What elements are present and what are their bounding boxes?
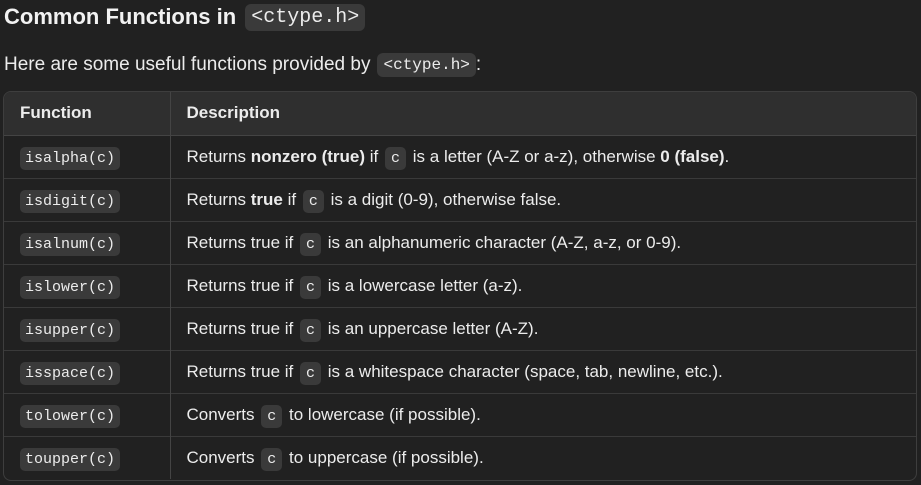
table-row: isalpha(c) Returns nonzero (true) if c i… <box>4 135 916 178</box>
function-code: isalnum(c) <box>20 232 121 256</box>
description-cell: Returns true if c is a whitespace charac… <box>169 349 916 393</box>
desc-text: Returns true if <box>186 361 294 381</box>
desc-bold: nonzero (true) <box>250 146 366 166</box>
function-cell: isalpha(c) <box>4 135 170 178</box>
function-code: tolower(c) <box>20 404 121 428</box>
desc-text: Returns true if <box>186 232 294 252</box>
function-cell: isupper(c) <box>4 306 170 350</box>
desc-text: Returns true if <box>186 275 294 295</box>
functions-table: Function Description isalpha(c) Returns … <box>4 92 916 479</box>
table-row: islower(c) Returns true if c is a lowerc… <box>4 263 916 307</box>
table-row: isalnum(c) Returns true if c is an alpha… <box>4 220 916 264</box>
desc-text: is a letter (A-Z or a-z), otherwise <box>412 146 656 166</box>
function-code: isspace(c) <box>20 361 121 385</box>
desc-text: to lowercase (if possible). <box>289 404 481 424</box>
param-code: c <box>300 361 322 385</box>
param-code: c <box>302 189 324 213</box>
table-row: isupper(c) Returns true if c is an upper… <box>4 306 916 350</box>
desc-text: Returns <box>186 189 247 209</box>
description-cell: Converts c to uppercase (if possible). <box>169 435 916 479</box>
section-heading: Common Functions in <ctype.h> <box>4 0 366 34</box>
param-code: c <box>300 232 322 256</box>
functions-table-container: Function Description isalpha(c) Returns … <box>3 91 917 481</box>
function-cell: isdigit(c) <box>4 177 170 221</box>
description-cell: Returns true if c is a digit (0-9), othe… <box>169 177 916 221</box>
function-code: islower(c) <box>20 275 121 299</box>
desc-text: if <box>287 189 297 209</box>
desc-text: Converts <box>186 404 255 424</box>
param-code: c <box>385 146 407 170</box>
table-row: isspace(c) Returns true if c is a whites… <box>4 349 916 393</box>
function-cell: isspace(c) <box>4 349 170 393</box>
desc-text: is a lowercase letter (a-z). <box>327 275 523 295</box>
function-code: isdigit(c) <box>20 189 121 213</box>
description-cell: Returns true if c is an alphanumeric cha… <box>169 220 916 264</box>
param-code: c <box>261 447 283 471</box>
description-cell: Returns true if c is a lowercase letter … <box>169 263 916 307</box>
desc-text: is a whitespace character (space, tab, n… <box>327 361 723 381</box>
table-row: isdigit(c) Returns true if c is a digit … <box>4 177 916 221</box>
function-code: isalpha(c) <box>20 146 121 170</box>
param-code: c <box>300 318 322 342</box>
desc-text: is a digit (0-9), otherwise false. <box>330 189 562 209</box>
desc-text: to uppercase (if possible). <box>289 447 484 467</box>
desc-text: Converts <box>186 447 255 467</box>
function-cell: toupper(c) <box>4 435 170 479</box>
function-cell: islower(c) <box>4 263 170 307</box>
desc-text: if <box>369 146 379 166</box>
table-header-row: Function Description <box>4 92 916 136</box>
intro-text: Here are some useful functions provided … <box>4 54 371 75</box>
table-row: tolower(c) Converts c to lowercase (if p… <box>4 392 916 436</box>
table-row: toupper(c) Converts c to uppercase (if p… <box>4 435 916 479</box>
desc-bold: true <box>250 189 283 209</box>
desc-text: Returns true if <box>186 318 294 338</box>
document: Common Functions in <ctype.h> Here are s… <box>0 0 921 485</box>
description-cell: Returns nonzero (true) if c is a letter … <box>169 135 916 178</box>
intro-paragraph: Here are some useful functions provided … <box>4 50 481 80</box>
intro-code: <ctype.h> <box>377 53 476 77</box>
desc-text: is an uppercase letter (A-Z). <box>327 318 539 338</box>
param-code: c <box>261 404 283 428</box>
desc-text: Returns <box>186 146 247 166</box>
heading-code: <ctype.h> <box>245 3 366 31</box>
header-description: Description <box>169 92 916 136</box>
function-code: toupper(c) <box>20 447 121 471</box>
function-code: isupper(c) <box>20 318 121 342</box>
desc-text: . <box>724 146 730 166</box>
function-cell: tolower(c) <box>4 392 170 436</box>
heading-text: Common Functions in <box>4 4 237 29</box>
intro-suffix: : <box>475 54 482 75</box>
header-function: Function <box>4 92 170 136</box>
param-code: c <box>300 275 322 299</box>
desc-text: is an alphanumeric character (A-Z, a-z, … <box>327 232 682 252</box>
description-cell: Converts c to lowercase (if possible). <box>169 392 916 436</box>
function-cell: isalnum(c) <box>4 220 170 264</box>
description-cell: Returns true if c is an uppercase letter… <box>169 306 916 350</box>
desc-bold: 0 (false) <box>660 146 725 166</box>
